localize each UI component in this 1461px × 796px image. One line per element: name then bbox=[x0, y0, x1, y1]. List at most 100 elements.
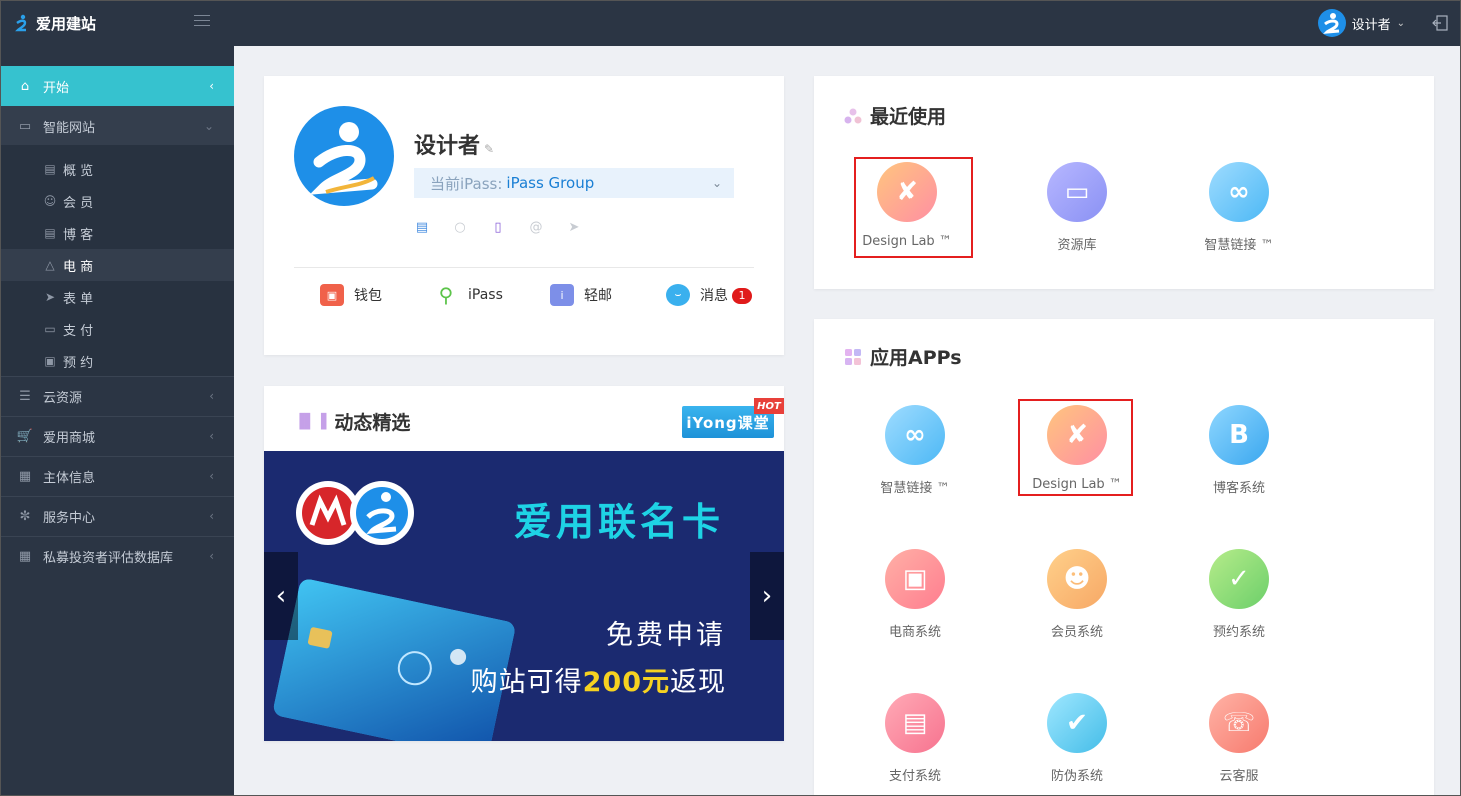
sidebar-subitem-ecommerce[interactable]: △ 电 商 bbox=[0, 249, 234, 281]
logo-icon bbox=[15, 14, 27, 32]
sidebar: ⌂ 开始 ‹ ▭ 智能网站 ⌄ ▤ 概 览 ☺ 会 员 ▤ 博 客 △ 电 商 ➤ 表 单… bbox=[0, 46, 234, 796]
chevron-down-icon: ⌄ bbox=[711, 176, 722, 190]
sidebar-subitem-blog[interactable]: ▤ 博 客 bbox=[0, 217, 234, 249]
recent-app-smart-link[interactable]: ∞ 智慧链接 ™ bbox=[1169, 162, 1309, 253]
user-menu[interactable]: 设计者 ⌄ bbox=[1317, 0, 1405, 46]
app-label: 预约系统 bbox=[1212, 625, 1265, 640]
sidebar-subitem-label: 会 员 bbox=[63, 195, 94, 211]
chevron-down-icon: ⌄ bbox=[1396, 17, 1405, 29]
sidebar-subitem-label: 电 商 bbox=[63, 259, 94, 275]
wallet-button[interactable]: ▣ 钱包 bbox=[320, 284, 382, 306]
wechat-icon[interactable]: ○ bbox=[452, 220, 468, 235]
sidebar-subitem-members[interactable]: ☺ 会 员 bbox=[0, 185, 234, 217]
brand[interactable]: 爱用建站 bbox=[14, 0, 96, 46]
sidebar-item-label: 云资源 bbox=[43, 390, 83, 406]
calendar-icon: ▦ bbox=[18, 548, 32, 564]
app-ecommerce[interactable]: ▣ 电商系统 bbox=[845, 549, 985, 640]
chevron-left-icon: ‹ bbox=[209, 79, 214, 93]
sidebar-item-label: 私募投资者评估数据库 bbox=[43, 550, 174, 566]
edit-icon[interactable]: ✎ bbox=[484, 142, 494, 156]
app-label: 电商系统 bbox=[888, 625, 941, 640]
app-label: 会员系统 bbox=[1050, 625, 1103, 640]
blog-icon: B bbox=[1209, 405, 1269, 465]
highlight-box bbox=[854, 157, 973, 258]
light-mail-button[interactable]: i 轻邮 bbox=[550, 284, 612, 306]
app-blog[interactable]: B 博客系统 bbox=[1169, 405, 1309, 496]
banner-line-1: 免费申请 bbox=[606, 620, 726, 651]
dots-icon bbox=[844, 108, 862, 123]
apps-title: 应用APPs bbox=[844, 343, 962, 370]
ipass-button[interactable]: ⚲ iPass bbox=[434, 283, 503, 307]
shop-icon: ▣ bbox=[885, 549, 945, 609]
sidebar-subitem-label: 预 约 bbox=[63, 355, 94, 371]
highlight-box bbox=[1018, 399, 1133, 496]
chevron-right-icon: › bbox=[761, 581, 773, 611]
monitor-icon: ▭ bbox=[18, 118, 32, 134]
chevron-left-icon: ‹ bbox=[209, 429, 214, 443]
user-icon: ☻ bbox=[1047, 549, 1107, 609]
sidebar-item-label: 智能网站 bbox=[43, 120, 96, 136]
chevron-left-icon: ‹ bbox=[209, 509, 214, 523]
menu-toggle-icon[interactable] bbox=[194, 15, 210, 29]
ipass-select[interactable]: 当前iPass: iPass Group ⌄ bbox=[414, 168, 734, 198]
sidebar-subitem-booking[interactable]: ▣ 预 约 bbox=[0, 345, 234, 377]
sidebar-subitem-overview[interactable]: ▤ 概 览 bbox=[0, 153, 234, 185]
folder-icon: ▭ bbox=[44, 322, 56, 336]
link-icon: ∞ bbox=[885, 405, 945, 465]
sidebar-item-mall[interactable]: 🛒 爱用商城 ‹ bbox=[0, 416, 234, 456]
ipass-prefix: 当前iPass: bbox=[430, 174, 503, 193]
chevron-down-icon: ⌄ bbox=[203, 119, 214, 133]
avatar bbox=[1317, 9, 1346, 37]
sidebar-item-entity[interactable]: ▦ 主体信息 ‹ bbox=[0, 456, 234, 496]
recent-title-text: 最近使用 bbox=[870, 106, 947, 128]
email-icon[interactable]: @ bbox=[528, 220, 544, 235]
app-payment[interactable]: ▤ 支付系统 bbox=[845, 693, 985, 784]
sidebar-subitem-forms[interactable]: ➤ 表 单 bbox=[0, 281, 234, 313]
carousel-prev-button[interactable]: ‹ bbox=[264, 552, 298, 640]
logout-icon[interactable] bbox=[1431, 14, 1449, 32]
user-name: 设计者 bbox=[1351, 17, 1391, 33]
recent-title: 最近使用 bbox=[844, 102, 946, 129]
carousel-next-button[interactable]: › bbox=[750, 552, 784, 640]
app-smart-link[interactable]: ∞ 智慧链接 ™ bbox=[845, 405, 985, 496]
document-icon: ▤ bbox=[44, 226, 56, 240]
headset-icon: ☏ bbox=[1209, 693, 1269, 753]
app-anti-fake[interactable]: ✔ 防伪系统 bbox=[1007, 693, 1147, 784]
messages-button[interactable]: ⌣ 消息 bbox=[666, 284, 728, 306]
pointer-icon[interactable]: ➤ bbox=[566, 220, 582, 235]
sidebar-item-smart-site[interactable]: ▭ 智能网站 ⌄ bbox=[0, 106, 234, 146]
wallet-label: 钱包 bbox=[354, 288, 382, 304]
avatar[interactable] bbox=[294, 106, 394, 206]
app-cloud-service[interactable]: ☏ 云客服 bbox=[1169, 693, 1309, 784]
list-icon: ☰ bbox=[19, 388, 31, 404]
phone-icon[interactable]: ▯ bbox=[490, 220, 506, 235]
banner-line-2-pre: 购站可得 bbox=[470, 667, 583, 698]
bag-icon: △ bbox=[45, 258, 55, 272]
sidebar-item-start[interactable]: ⌂ 开始 ‹ bbox=[0, 66, 234, 106]
banner-highlight: 200元 bbox=[582, 667, 670, 698]
calendar-check-icon: ▣ bbox=[44, 354, 56, 368]
sidebar-item-label: 服务中心 bbox=[43, 510, 96, 526]
app-members[interactable]: ☻ 会员系统 bbox=[1007, 549, 1147, 640]
ipass-label: iPass bbox=[468, 287, 503, 303]
sidebar-item-label: 爱用商城 bbox=[43, 430, 96, 446]
sidebar-subitem-label: 博 客 bbox=[63, 227, 94, 243]
recent-app-resources[interactable]: ▭ 资源库 bbox=[1007, 162, 1147, 253]
user-icon: ☺ bbox=[43, 194, 57, 208]
sidebar-item-cloud[interactable]: ☰ 云资源 ‹ bbox=[0, 376, 234, 416]
news-title-text: 动态精选 bbox=[334, 412, 411, 434]
verification-icons: ▤ ○ ▯ @ ➤ bbox=[414, 220, 582, 235]
app-label: 智慧链接 ™ bbox=[880, 481, 950, 496]
sidebar-item-service[interactable]: ✼ 服务中心 ‹ bbox=[0, 496, 234, 536]
chevron-left-icon: ‹ bbox=[209, 389, 214, 403]
app-booking[interactable]: ✓ 预约系统 bbox=[1169, 549, 1309, 640]
id-card-icon[interactable]: ▤ bbox=[414, 220, 430, 235]
promo-banner[interactable]: 爱用联名卡 免费申请 购站可得200元返现 ‹ › bbox=[264, 451, 784, 741]
app-label: 博客系统 bbox=[1212, 481, 1265, 496]
sidebar-item-database[interactable]: ▦ 私募投资者评估数据库 ‹ bbox=[0, 536, 234, 576]
sidebar-subitem-payment[interactable]: ▭ 支 付 bbox=[0, 313, 234, 345]
banner-line-2: 购站可得200元返现 bbox=[471, 660, 726, 699]
grid-icon bbox=[845, 348, 861, 365]
chart-icon: ▤ bbox=[44, 162, 56, 176]
sidebar-subitem-label: 表 单 bbox=[63, 291, 94, 307]
